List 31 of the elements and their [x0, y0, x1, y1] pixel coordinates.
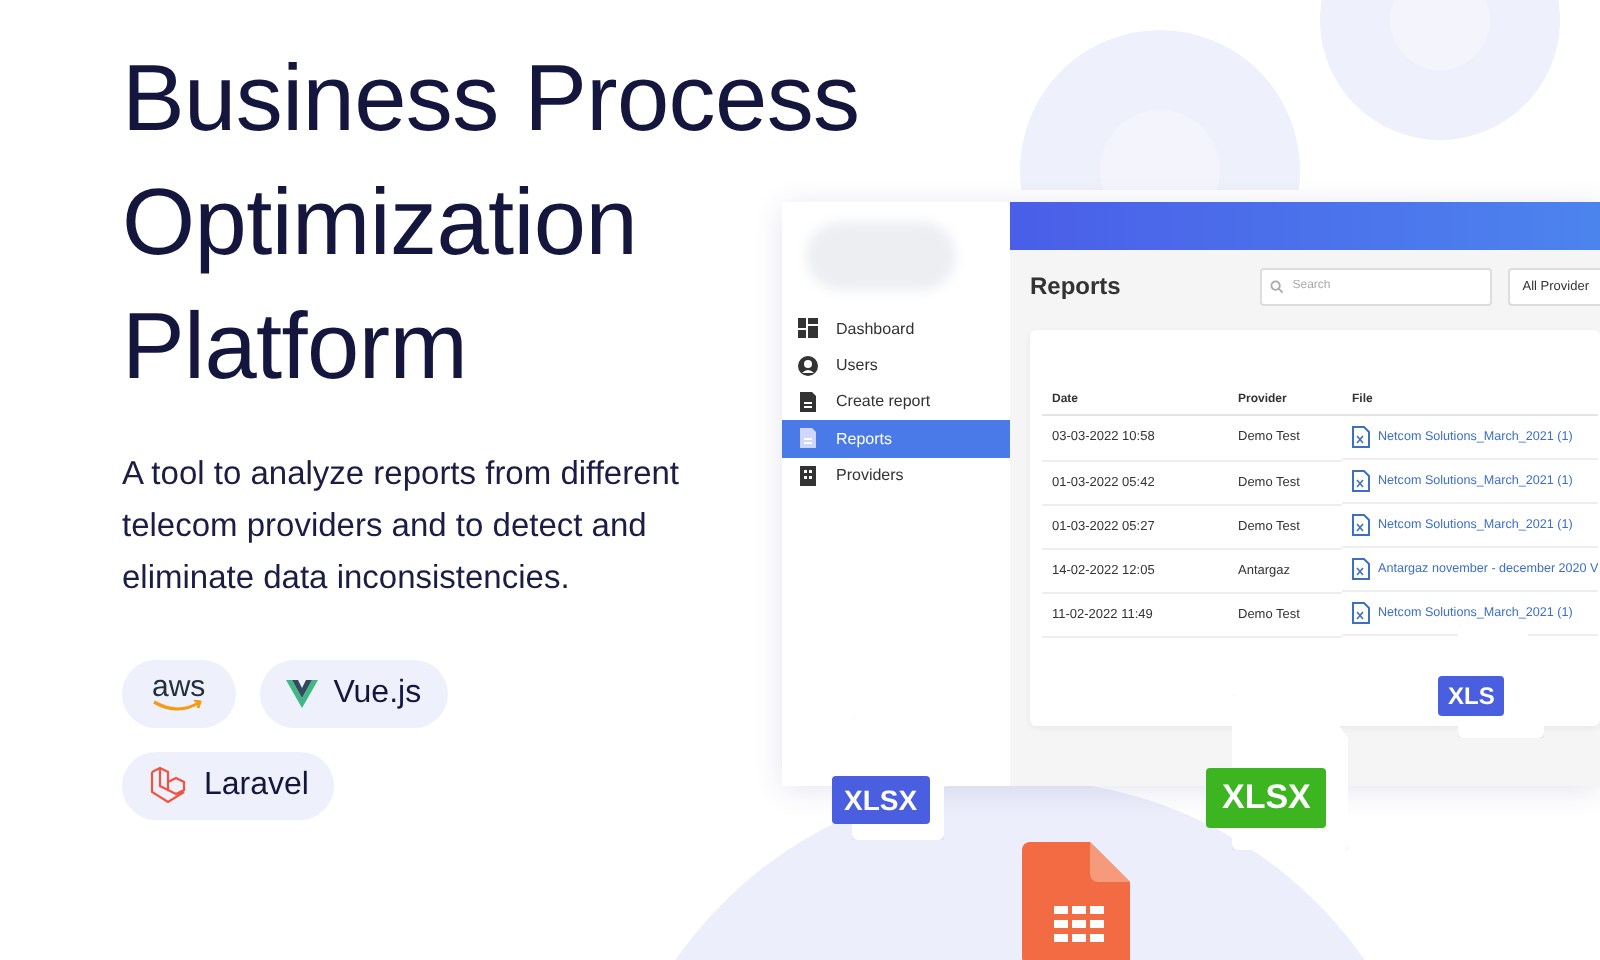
headline: Platform [122, 290, 468, 402]
search-icon [1270, 279, 1285, 293]
box-logo-icon [148, 766, 188, 806]
spreadsheet-file-icon [1352, 558, 1370, 580]
person-circle-icon [798, 355, 818, 376]
file-type-label: XLS [1438, 676, 1505, 716]
page-title: Reports [1030, 272, 1123, 300]
sidebar-item[interactable]: Dashboard [782, 310, 1010, 347]
description: A tool to analyze reports from different telecom providers and to detect and eliminate data inconsistencies. [122, 454, 682, 600]
v-logo-icon [285, 680, 318, 708]
sidebar-item[interactable]: Users [782, 346, 1010, 384]
spreadsheet-file-icon [1352, 470, 1370, 492]
building-icon [798, 465, 818, 486]
spreadsheet-file-icon [1352, 426, 1370, 448]
logo-text: aws [152, 673, 206, 699]
grid-icon [798, 318, 818, 339]
headline: Optimization [122, 166, 638, 278]
smile-arrow-icon [152, 699, 205, 715]
file-type-label: XLSX [832, 776, 930, 824]
spreadsheet-file-icon [1352, 514, 1370, 536]
sidebar-item[interactable]: Create report [782, 383, 1010, 421]
headline: Business Process [122, 42, 860, 154]
spreadsheet-file-icon [1022, 842, 1130, 960]
sidebar-item[interactable]: Providers [782, 457, 1010, 494]
file-type-label: XLSX [1206, 768, 1327, 828]
document-icon [798, 428, 818, 449]
document-icon [798, 391, 818, 412]
badge-label: Vue.js [333, 676, 422, 712]
spreadsheet-file-icon [1352, 602, 1370, 624]
badge-label: Laravel [204, 768, 309, 804]
sidebar-item[interactable]: Reports [782, 420, 1010, 458]
